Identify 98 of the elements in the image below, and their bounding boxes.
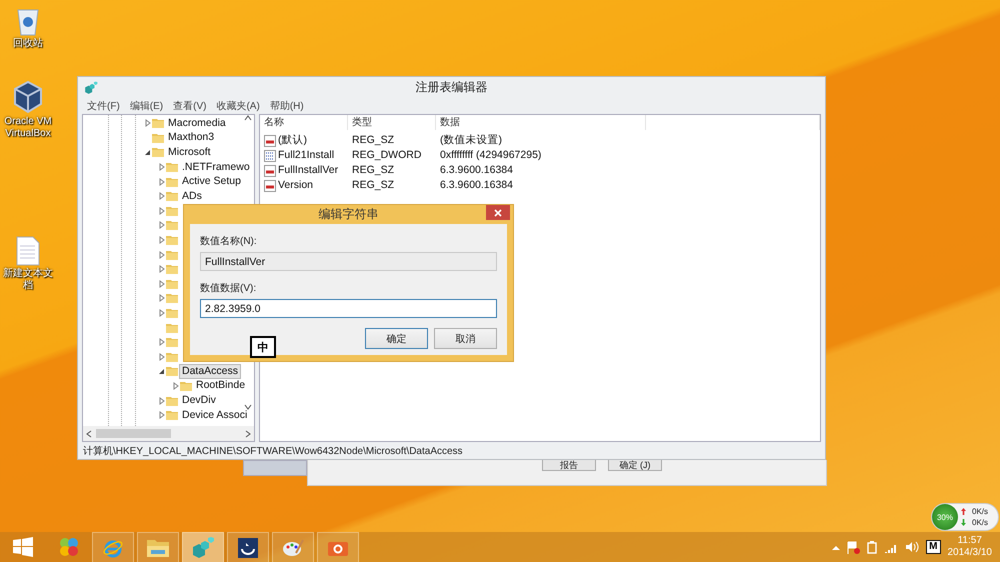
dialog-button[interactable]: 报告 — [542, 460, 596, 471]
menu-item[interactable]: 文件(F) — [84, 98, 123, 112]
value-type: REG_SZ — [351, 163, 396, 178]
column-header[interactable]: 类型 — [348, 115, 436, 130]
folder-icon — [180, 380, 192, 392]
column-header[interactable]: 名称 — [260, 115, 348, 130]
volume-icon[interactable] — [905, 541, 920, 553]
value-type: REG_DWORD — [351, 148, 422, 163]
menu-item[interactable]: 帮助(H) — [266, 98, 307, 112]
tree-item[interactable]: Device Associ — [179, 408, 250, 423]
dialog-button[interactable]: 确定 — [365, 328, 428, 349]
folder-icon — [166, 292, 178, 304]
folder-icon — [166, 365, 178, 378]
folder-icon — [166, 263, 178, 276]
upload-speed: 0K/s — [972, 506, 988, 517]
tree-item[interactable]: Maxthon3 — [165, 130, 218, 146]
folder-icon — [152, 117, 164, 130]
cubes-icon — [191, 536, 215, 558]
menu-item[interactable]: 查看(V) — [170, 98, 210, 112]
collapse-arrow-icon[interactable] — [159, 367, 165, 376]
scrollbar-thumb[interactable] — [96, 429, 171, 438]
scroll-left-icon[interactable] — [86, 430, 92, 438]
value-data: 0xffffffff (4294967295) — [439, 148, 542, 163]
dialog-title: 编辑字符串 — [318, 206, 378, 223]
value-name-field[interactable]: FullInstallVer — [200, 252, 497, 271]
value-name[interactable]: (默认) — [260, 133, 348, 148]
registry-path-text: 计算机\HKEY_LOCAL_MACHINE\SOFTWARE\Wow6432Node\Microsoft\DataAccess — [83, 444, 463, 458]
folder-icon — [166, 176, 178, 188]
value-type: REG_SZ — [351, 178, 396, 193]
folder-icon — [152, 146, 164, 158]
dialog-button[interactable]: 确定 (J) — [608, 460, 662, 471]
cube-icon[interactable] — [12, 80, 44, 114]
folder-icon — [166, 190, 178, 202]
folder-icon — [166, 394, 178, 407]
folder-icon — [166, 307, 178, 320]
binary-value-icon — [264, 150, 276, 162]
tree-item[interactable]: Macromedia — [165, 116, 229, 131]
network-monitor-widget[interactable]: 30% 0K/s 0K/s — [931, 503, 999, 531]
column-header[interactable]: 数据 — [436, 115, 646, 130]
tree-item[interactable]: .NETFramewo — [179, 160, 253, 175]
value-data: 6.3.9600.16384 — [439, 163, 514, 178]
menu-item[interactable]: 编辑(E) — [126, 98, 166, 112]
folder-icon — [166, 161, 178, 174]
folder-icon — [166, 234, 178, 246]
close-icon — [494, 208, 502, 216]
flag-icon[interactable] — [847, 540, 860, 554]
value-data: 6.3.9600.16384 — [439, 178, 514, 193]
expand-arrow-icon[interactable] — [145, 119, 151, 128]
string-value-icon — [264, 164, 276, 176]
document-icon[interactable] — [16, 236, 40, 266]
tree-item[interactable]: Microsoft — [165, 144, 214, 160]
menu-item[interactable]: 收藏夹(A) — [213, 98, 263, 112]
dialog-button[interactable]: 取消 — [434, 328, 497, 349]
folder-icon — [166, 248, 178, 261]
usage-gauge: 30% — [932, 504, 958, 530]
value-data: (数值未设置) — [439, 133, 503, 148]
value-name[interactable]: FullInstallVer — [260, 163, 348, 178]
windows-logo-icon — [13, 537, 33, 557]
scroll-down-icon[interactable] — [244, 404, 252, 410]
tree-item[interactable]: ADs — [179, 188, 205, 204]
folder-icon — [166, 322, 178, 334]
folder-icon — [166, 219, 178, 232]
close-button[interactable] — [486, 205, 510, 220]
tree-item[interactable]: Active Setup — [179, 174, 244, 190]
tree-item[interactable]: DataAccess — [179, 364, 242, 379]
folder-icon — [166, 350, 178, 363]
value-type: REG_SZ — [351, 133, 396, 148]
upload-arrow-icon — [961, 508, 966, 515]
scroll-up-icon[interactable] — [244, 115, 252, 121]
ime-indicator: 中 — [250, 336, 276, 358]
string-value-icon — [264, 180, 276, 192]
window-title: 注册表编辑器 — [416, 79, 488, 96]
download-speed: 0K/s — [972, 517, 988, 528]
tree-item[interactable]: DevDiv — [179, 393, 219, 408]
value-data-field[interactable]: 2.82.3959.0 — [200, 299, 497, 318]
caret-up-icon[interactable] — [832, 544, 840, 550]
folder-icon — [152, 132, 164, 144]
folder-icon — [146, 538, 170, 558]
taskbar-button[interactable] — [227, 532, 269, 562]
folder-icon — [166, 204, 178, 217]
palette-icon — [282, 538, 304, 558]
value-name[interactable]: Version — [260, 178, 348, 193]
field-label: 数值名称(N): — [200, 235, 258, 248]
horizontal-scrollbar[interactable] — [83, 426, 254, 441]
download-arrow-icon — [961, 519, 966, 526]
field-label: 数值数据(V): — [200, 282, 258, 295]
petals-icon — [58, 536, 80, 558]
folder-icon — [166, 336, 178, 348]
battery-icon[interactable] — [867, 540, 878, 554]
input-method-button[interactable]: M — [926, 540, 940, 554]
collapse-arrow-icon[interactable] — [145, 148, 151, 156]
tree-item[interactable]: RootBinde — [193, 378, 248, 394]
folder-icon — [166, 278, 178, 290]
string-value-icon — [264, 134, 276, 146]
folder-icon — [166, 409, 178, 422]
scroll-right-icon[interactable] — [245, 430, 251, 438]
value-name[interactable]: Full21Install — [260, 148, 348, 163]
cubes-icon — [84, 80, 98, 94]
